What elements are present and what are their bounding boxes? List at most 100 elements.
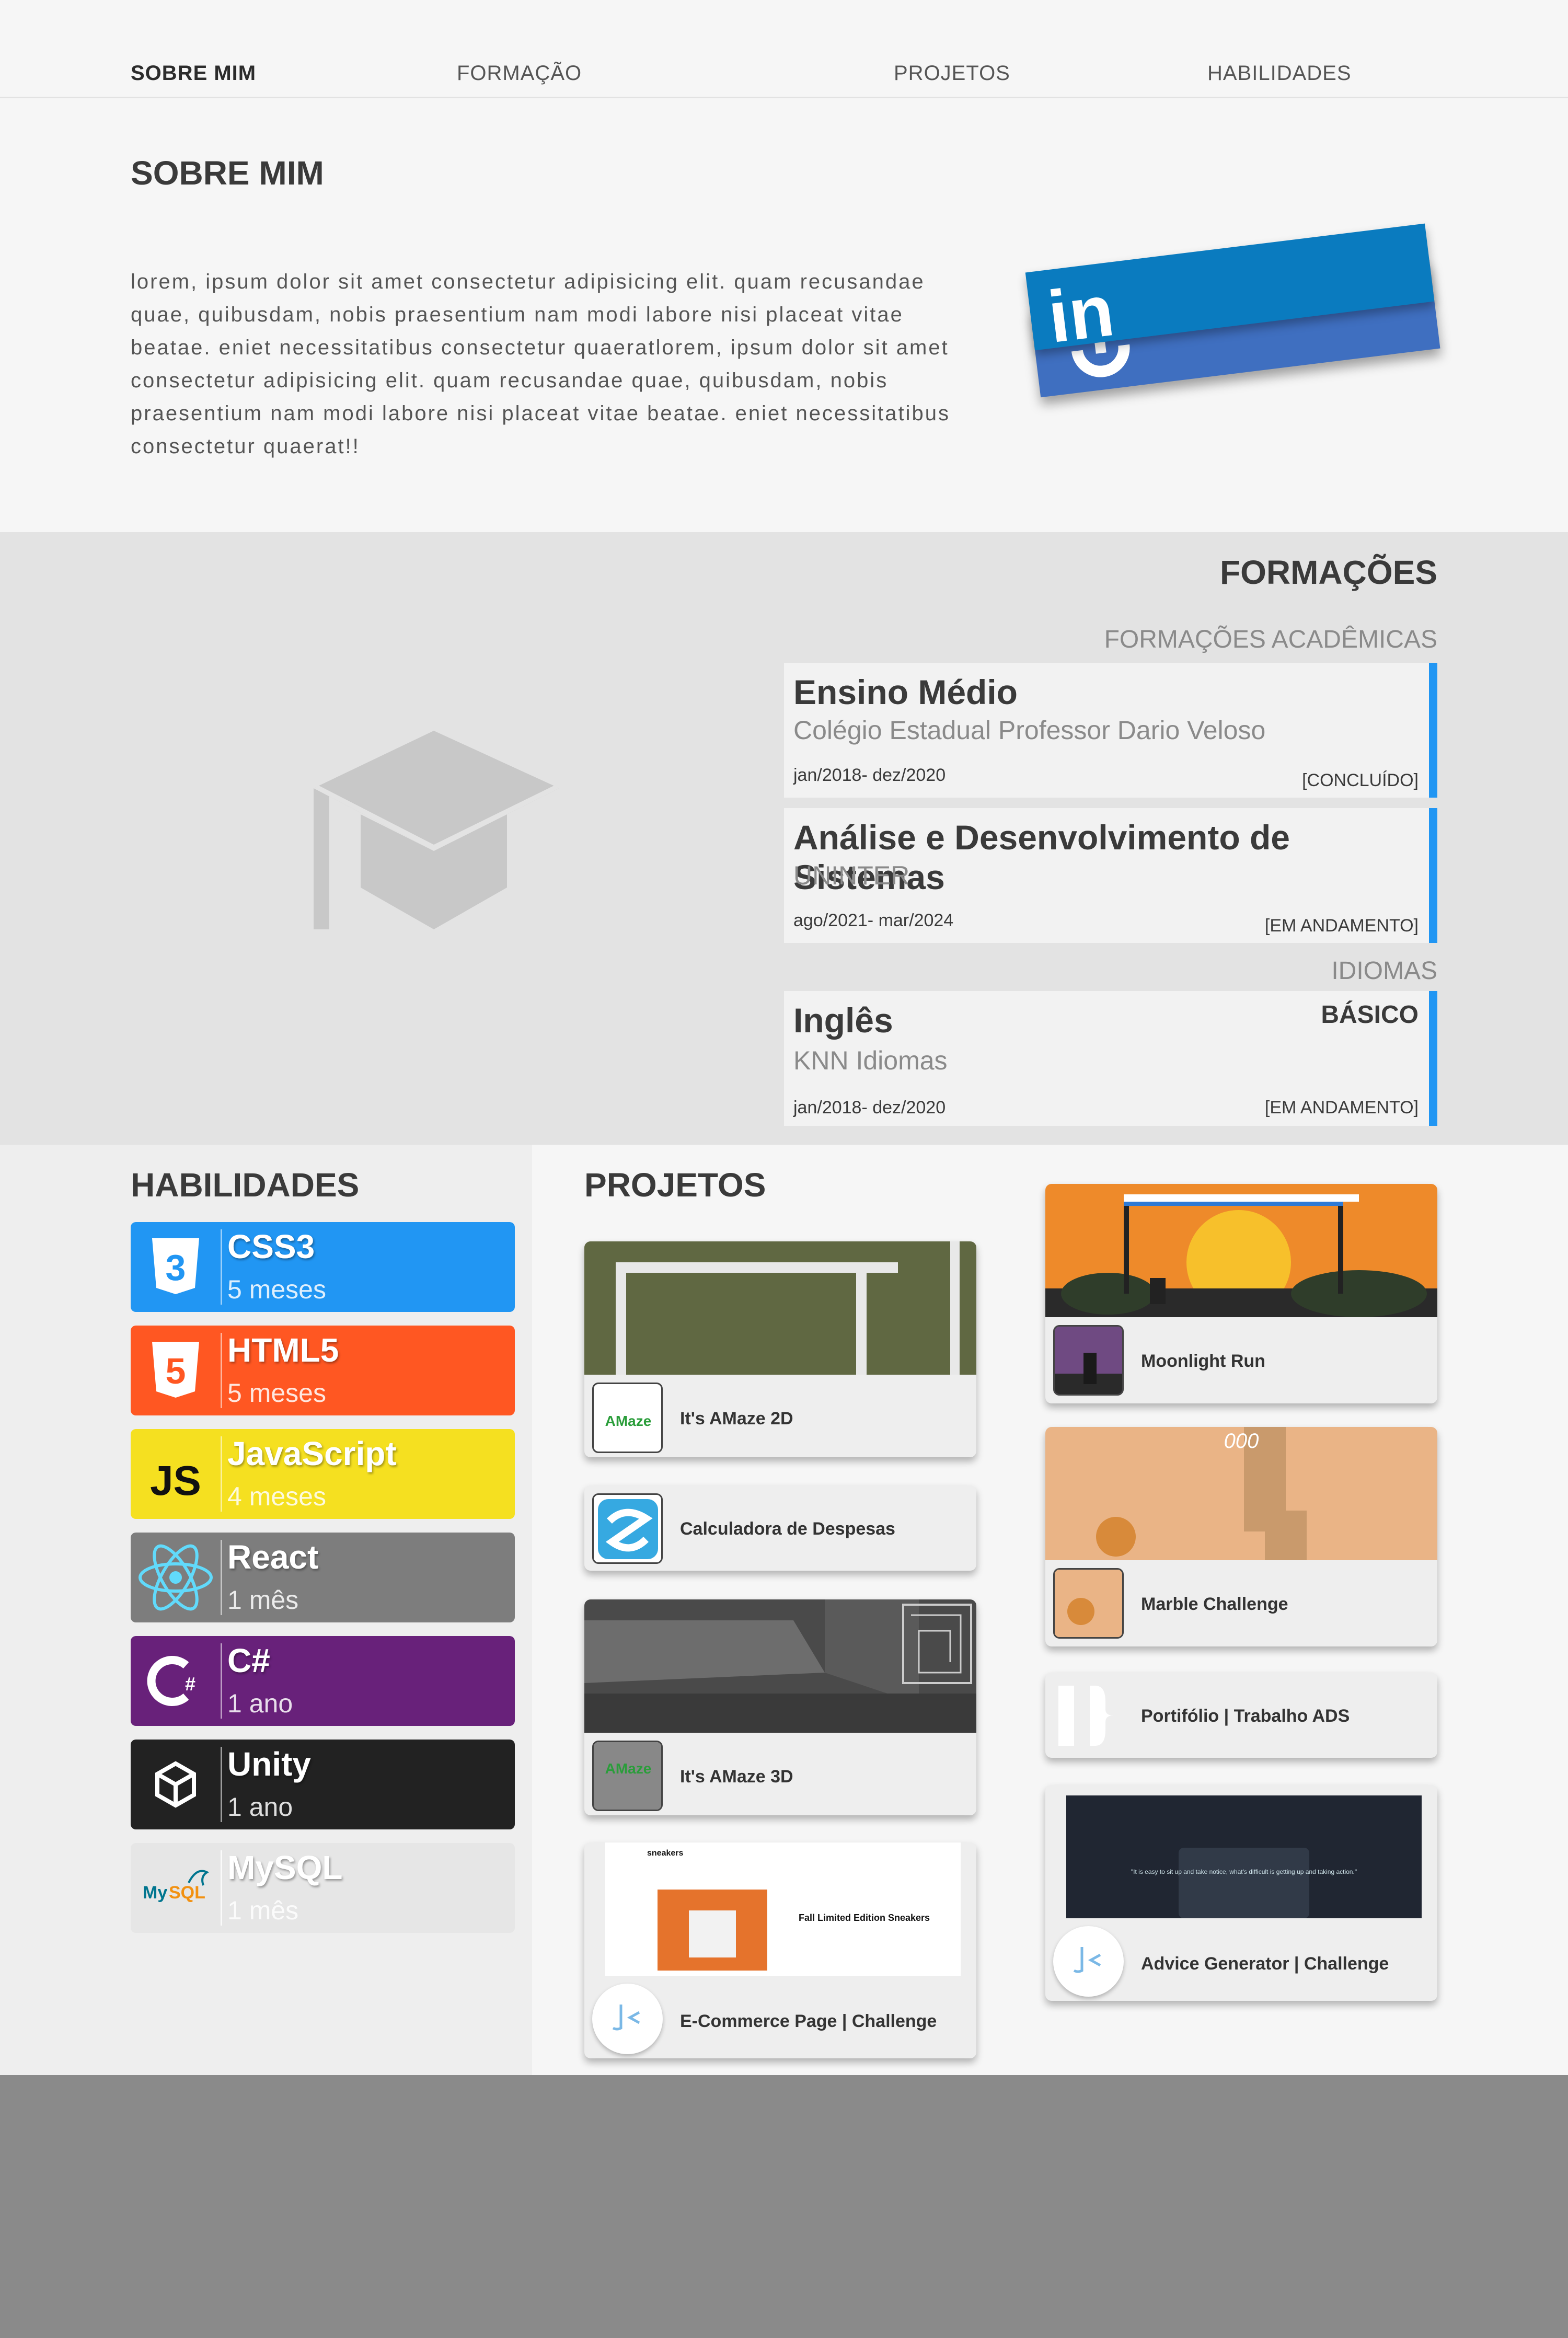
mysql-icon: My SQL: [131, 1843, 221, 1933]
svg-text:000: 000: [1224, 1430, 1259, 1453]
project-card[interactable]: Portifólio | Trabalho ADS: [1045, 1673, 1437, 1758]
course-dates: jan/2018- dez/2020: [793, 1098, 946, 1118]
svg-text:"It is easy to sit up and take: "It is easy to sit up and take notice, w…: [1131, 1868, 1357, 1875]
nav-sobre-mim[interactable]: SOBRE MIM: [131, 62, 256, 85]
project-thumbnail: AMaze: [592, 1741, 663, 1811]
unity-icon: [131, 1740, 221, 1829]
project-card[interactable]: sneakers Fall Limited Edition Sneakers E…: [584, 1842, 976, 2058]
svg-text:Fall Limited Edition Sneakers: Fall Limited Edition Sneakers: [799, 1913, 930, 1923]
institution-name: UNINTER: [793, 861, 910, 890]
project-preview-image: [584, 1241, 976, 1375]
skill-name: CSS3: [227, 1228, 315, 1265]
about-title: SOBRE MIM: [131, 154, 324, 192]
course-dates: ago/2021- mar/2024: [793, 911, 954, 930]
svg-text:3: 3: [166, 1247, 186, 1288]
project-thumbnail: [1053, 1568, 1124, 1639]
graduation-cap-icon: [314, 731, 559, 929]
skill-name: Unity: [227, 1745, 311, 1783]
project-preview-image: sneakers Fall Limited Edition Sneakers: [605, 1842, 961, 1976]
project-name: It's AMaze 3D: [680, 1767, 793, 1787]
skill-duration: 4 meses: [227, 1482, 326, 1511]
skill-duration: 5 meses: [227, 1378, 326, 1408]
project-thumbnail: [592, 1984, 663, 2054]
skill-name: React: [227, 1538, 319, 1576]
skill-mysql: My SQL MySQL 1 mês: [131, 1843, 515, 1933]
linkedin-icon: in: [1043, 269, 1119, 359]
about-section: SOBRE MIM lorem, ipsum dolor sit amet co…: [0, 98, 1568, 532]
javascript-icon: JS: [131, 1429, 221, 1519]
skill-duration: 1 ano: [227, 1689, 293, 1718]
nav-habilidades[interactable]: HABILIDADES: [1207, 62, 1352, 85]
svg-text:#: #: [185, 1673, 195, 1695]
svg-text:AMaze: AMaze: [605, 1413, 652, 1429]
language-level: BÁSICO: [1321, 1001, 1419, 1029]
education-card: Análise e Desenvolvimento de Sistemas UN…: [784, 808, 1437, 943]
project-preview-image: 000: [1045, 1427, 1437, 1560]
skill-unity: Unity 1 ano: [131, 1740, 515, 1829]
skill-css3: 3 CSS3 5 meses: [131, 1222, 515, 1312]
project-thumbnail: AMaze: [592, 1383, 663, 1453]
project-name: Moonlight Run: [1141, 1351, 1265, 1371]
skill-html5: 5 HTML5 5 meses: [131, 1326, 515, 1415]
svg-text:JS: JS: [150, 1457, 201, 1504]
project-card[interactable]: "It is easy to sit up and take notice, w…: [1045, 1785, 1437, 2001]
skills-section: HABILIDADES 3 CSS3 5 meses 5 HTML5 5 mes…: [0, 1145, 532, 2075]
project-preview-image: [1045, 1184, 1437, 1317]
about-text: lorem, ipsum dolor sit amet consectetur …: [131, 270, 951, 458]
social-links: in: [1024, 222, 1443, 431]
institution-name: Colégio Estadual Professor Dario Veloso: [793, 716, 1266, 745]
svg-text:SQL: SQL: [169, 1883, 205, 1903]
language-card: Inglês BÁSICO KNN Idiomas jan/2018- dez/…: [784, 991, 1437, 1126]
course-status: [CONCLUÍDO]: [1302, 770, 1419, 790]
project-thumbnail: [592, 1493, 663, 1564]
skill-duration: 5 meses: [227, 1275, 326, 1304]
skill-duration: 1 ano: [227, 1792, 293, 1822]
project-card[interactable]: AMaze It's AMaze 3D: [584, 1599, 976, 1815]
skill-name: C#: [227, 1642, 270, 1679]
skill-duration: 1 mês: [227, 1896, 299, 1925]
svg-text:AMaze: AMaze: [605, 1760, 652, 1777]
academic-label: FORMAÇÕES ACADÊMICAS: [1104, 626, 1437, 653]
project-preview-image: "It is easy to sit up and take notice, w…: [1066, 1795, 1422, 1918]
svg-text:My: My: [143, 1883, 167, 1903]
project-name: It's AMaze 2D: [680, 1409, 793, 1429]
css3-icon: 3: [131, 1222, 221, 1312]
project-card[interactable]: AMaze It's AMaze 2D: [584, 1241, 976, 1457]
project-thumbnail: [1053, 1325, 1124, 1396]
react-icon: [131, 1533, 221, 1622]
project-card[interactable]: Moonlight Run: [1045, 1184, 1437, 1403]
project-name: Calculadora de Despesas: [680, 1519, 895, 1539]
education-card: Ensino Médio Colégio Estadual Professor …: [784, 663, 1437, 798]
skill-react: React 1 mês: [131, 1533, 515, 1622]
project-thumbnail: [1053, 1926, 1124, 1997]
nav-projetos[interactable]: PROJETOS: [894, 62, 1010, 85]
project-card[interactable]: 000 Marble Challenge: [1045, 1427, 1437, 1646]
project-name: E-Commerce Page | Challenge: [680, 2011, 937, 2031]
course-status: [EM ANDAMENTO]: [1264, 1098, 1419, 1118]
footer: [0, 2075, 1568, 2338]
project-card[interactable]: Calculadora de Despesas: [584, 1485, 976, 1571]
html5-icon: 5: [131, 1326, 221, 1415]
skill-name: JavaScript: [227, 1435, 397, 1472]
skill-csharp: # C# 1 ano: [131, 1636, 515, 1726]
skill-duration: 1 mês: [227, 1585, 299, 1615]
skills-title: HABILIDADES: [131, 1166, 360, 1204]
language-name: Inglês: [793, 1001, 893, 1040]
course-dates: jan/2018- dez/2020: [793, 765, 946, 785]
institution-name: KNN Idiomas: [793, 1046, 948, 1075]
projects-title: PROJETOS: [584, 1166, 766, 1204]
course-status: [EM ANDAMENTO]: [1264, 916, 1419, 936]
skill-name: HTML5: [227, 1331, 339, 1369]
languages-label: IDIOMAS: [1331, 957, 1437, 985]
project-name: Advice Generator | Challenge: [1141, 1954, 1389, 1974]
top-nav: SOBRE MIM FORMAÇÃO PROJETOS HABILIDADES: [0, 0, 1568, 98]
project-name: Marble Challenge: [1141, 1594, 1288, 1614]
project-thumbnail: [1053, 1680, 1124, 1751]
formacoes-section: FORMAÇÕES FORMAÇÕES ACADÊMICAS Ensino Mé…: [0, 532, 1568, 1145]
skill-javascript: JS JavaScript 4 meses: [131, 1429, 515, 1519]
svg-text:sneakers: sneakers: [647, 1849, 683, 1858]
project-preview-image: [584, 1599, 976, 1733]
svg-text:5: 5: [166, 1351, 186, 1391]
nav-formacao[interactable]: FORMAÇÃO: [457, 62, 582, 85]
course-name: Ensino Médio: [793, 673, 1018, 711]
